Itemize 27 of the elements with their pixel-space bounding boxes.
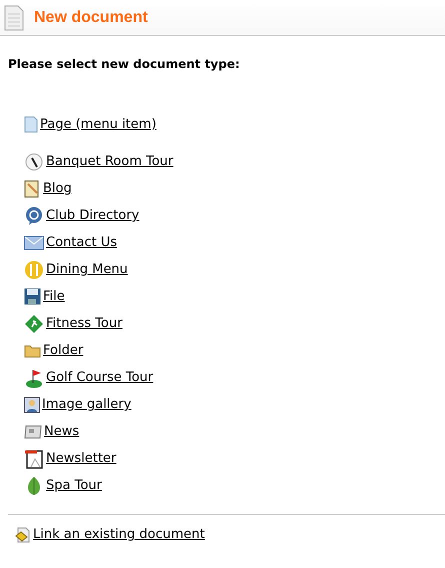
document-icon xyxy=(4,4,24,30)
document-type-link[interactable]: Blog xyxy=(43,181,72,196)
clock-icon xyxy=(24,152,44,172)
document-type-link[interactable]: Folder xyxy=(43,343,84,358)
folder-icon xyxy=(24,343,41,358)
document-type-link[interactable]: File xyxy=(43,289,65,304)
instruction-text: Please select new document type: xyxy=(8,57,241,71)
document-type-link[interactable]: Contact Us xyxy=(46,235,117,250)
newspaper-icon xyxy=(24,424,42,438)
document-type-link[interactable]: Dining Menu xyxy=(46,262,128,277)
notepad-icon xyxy=(24,180,41,198)
document-type-link[interactable]: Club Directory xyxy=(46,208,140,223)
envelope-icon xyxy=(24,236,44,250)
document-icon xyxy=(24,448,44,468)
document-type-link[interactable]: Spa Tour xyxy=(46,478,102,493)
linked-page-icon xyxy=(15,526,31,542)
document-type-link[interactable]: Link an existing document xyxy=(33,527,205,542)
document-type-link[interactable]: Golf Course Tour xyxy=(46,370,154,385)
document-type-link[interactable]: Fitness Tour xyxy=(46,316,122,331)
document-type-link[interactable]: News xyxy=(44,424,80,439)
page-title: New document xyxy=(34,8,148,26)
document-type-link[interactable]: Page (menu item) xyxy=(40,117,156,132)
portrait-icon xyxy=(24,396,40,412)
page-icon xyxy=(24,116,38,133)
document-type-link[interactable]: Newsletter xyxy=(46,451,116,466)
document-type-link[interactable]: Banquet Room Tour xyxy=(46,154,174,169)
document-type-link[interactable]: Image gallery xyxy=(42,397,132,412)
